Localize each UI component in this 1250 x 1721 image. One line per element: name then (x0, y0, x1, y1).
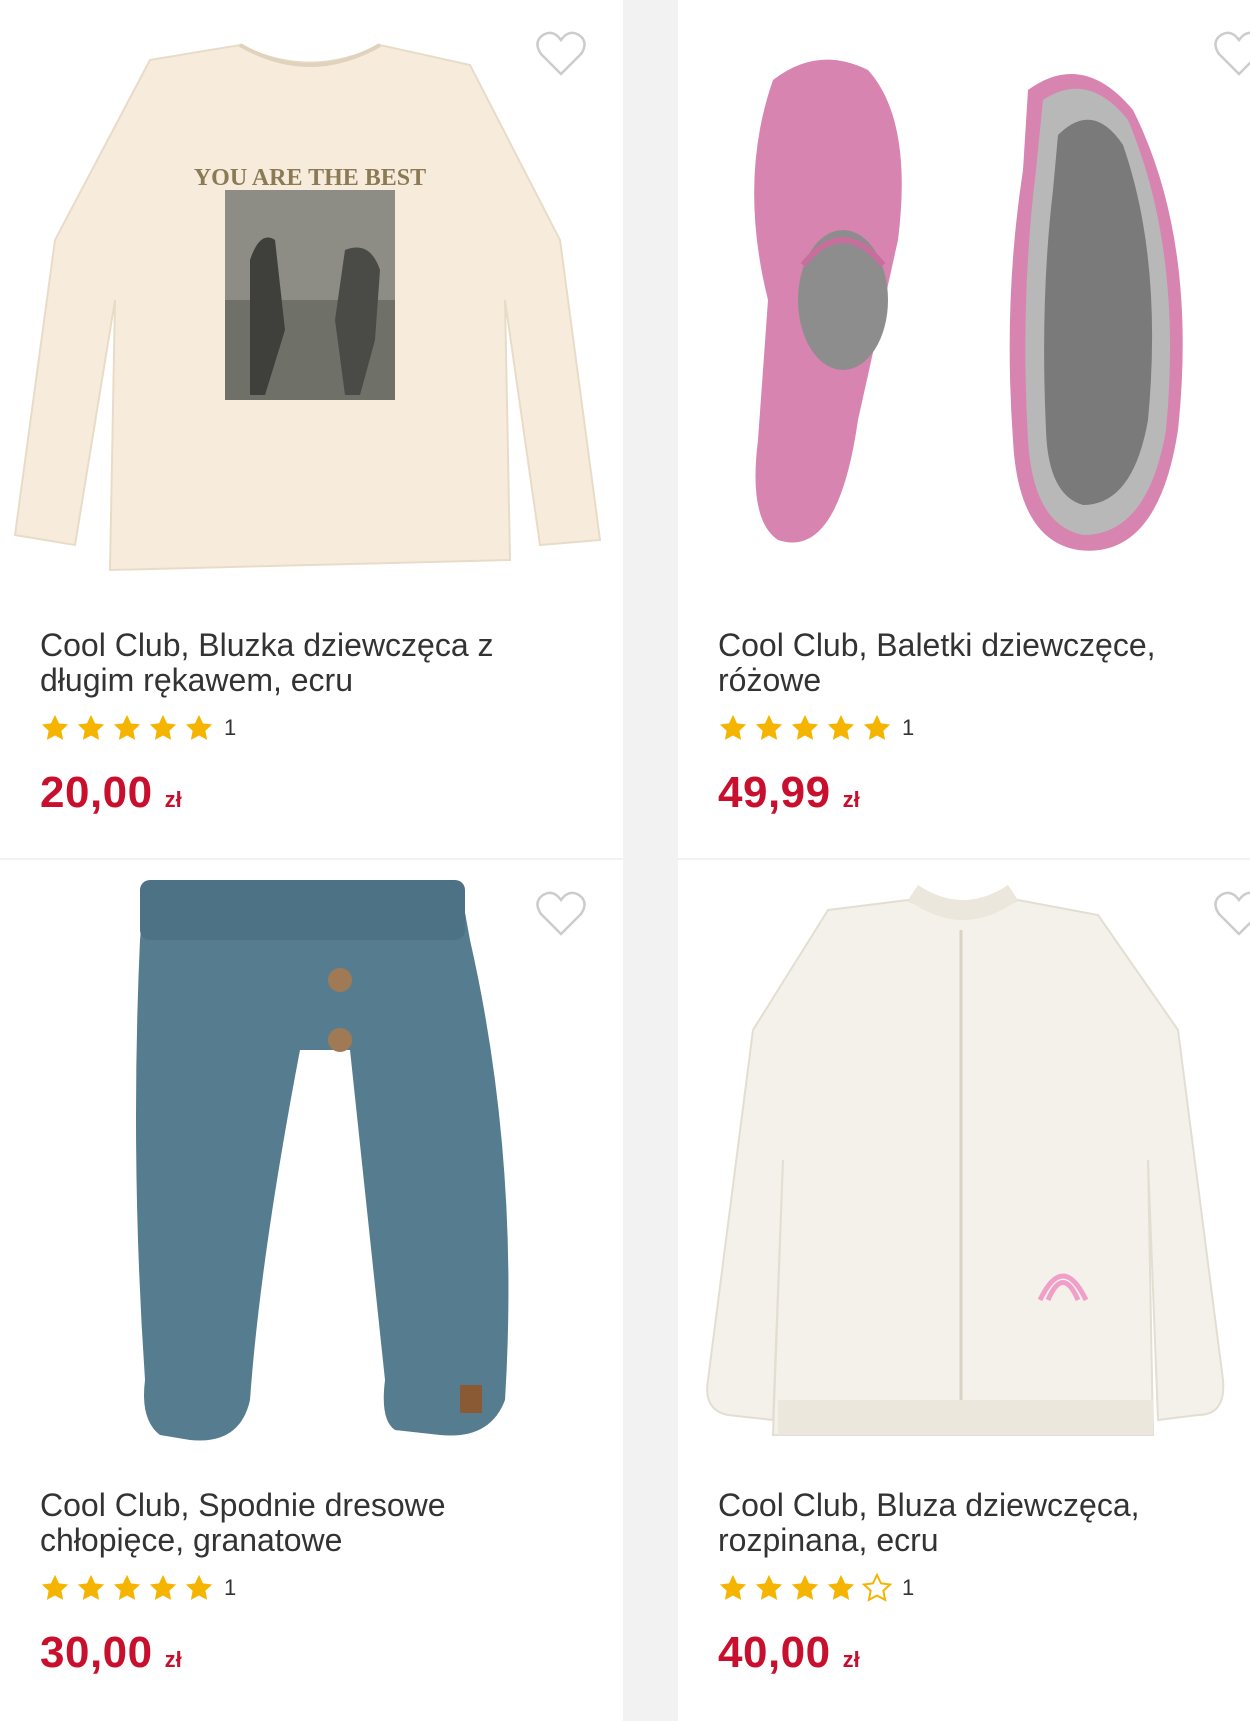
product-image[interactable] (678, 0, 1250, 600)
rating: 1 (40, 712, 236, 744)
print-text: YOU ARE THE BEST (194, 165, 426, 191)
star-icon (719, 1574, 747, 1600)
price-value: 20,00 (40, 768, 153, 817)
star-icon (41, 1574, 69, 1600)
product-title[interactable]: Cool Club, Spodnie dresowe chłopięce, gr… (40, 1488, 600, 1558)
rating-count: 1 (224, 1575, 237, 1600)
star-icon (791, 1574, 819, 1600)
star-icon (719, 714, 747, 740)
product-image[interactable] (0, 860, 623, 1460)
product-image[interactable] (678, 860, 1250, 1460)
star-icon (185, 1574, 213, 1600)
price: 49,99 zł (718, 768, 860, 818)
rating-count: 1 (902, 715, 915, 740)
product-title[interactable]: Cool Club, Bluza dziewczęca, rozpinana, … (718, 1488, 1238, 1558)
rating: 1 (718, 712, 914, 744)
price-value: 49,99 (718, 768, 831, 817)
star-icon (77, 714, 105, 740)
product-card[interactable]: Cool Club, Bluza dziewczęca, rozpinana, … (678, 860, 1250, 1721)
rating-count: 1 (902, 1575, 915, 1600)
product-title[interactable]: Cool Club, Bluzka dziewczęca z długim rę… (40, 628, 600, 698)
price-currency: zł (164, 787, 182, 812)
star-icon (827, 714, 855, 740)
price: 30,00 zł (40, 1628, 182, 1678)
star-icon (185, 714, 213, 740)
star-icon (791, 714, 819, 740)
rating-count: 1 (224, 715, 237, 740)
product-image[interactable]: YOU ARE THE BEST (0, 0, 623, 600)
product-card[interactable]: YOU ARE THE BEST Cool Club, Bluzka dziew… (0, 0, 623, 858)
product-title[interactable]: Cool Club, Baletki dziewczęce, różowe (718, 628, 1238, 698)
heart-icon[interactable] (535, 890, 587, 938)
star-icon (863, 714, 891, 740)
price-currency: zł (842, 1647, 860, 1672)
price: 20,00 zł (40, 768, 182, 818)
heart-icon[interactable] (1213, 30, 1250, 78)
star-icon (827, 1574, 855, 1600)
rating: 1 (718, 1572, 914, 1604)
price-currency: zł (164, 1647, 182, 1672)
star-icon (755, 714, 783, 740)
product-card[interactable]: Cool Club, Baletki dziewczęce, różowe 1 … (678, 0, 1250, 858)
price-value: 40,00 (718, 1628, 831, 1677)
price: 40,00 zł (718, 1628, 860, 1678)
star-empty-icon (862, 1573, 892, 1602)
star-icon (113, 714, 141, 740)
heart-icon[interactable] (535, 30, 587, 78)
star-icon (113, 1574, 141, 1600)
star-icon (149, 714, 177, 740)
rating: 1 (40, 1572, 236, 1604)
star-icon (755, 1574, 783, 1600)
price-value: 30,00 (40, 1628, 153, 1677)
star-icon (41, 714, 69, 740)
star-icon (77, 1574, 105, 1600)
product-card[interactable]: Cool Club, Spodnie dresowe chłopięce, gr… (0, 860, 623, 1721)
star-icon (149, 1574, 177, 1600)
price-currency: zł (842, 787, 860, 812)
heart-icon[interactable] (1213, 890, 1250, 938)
